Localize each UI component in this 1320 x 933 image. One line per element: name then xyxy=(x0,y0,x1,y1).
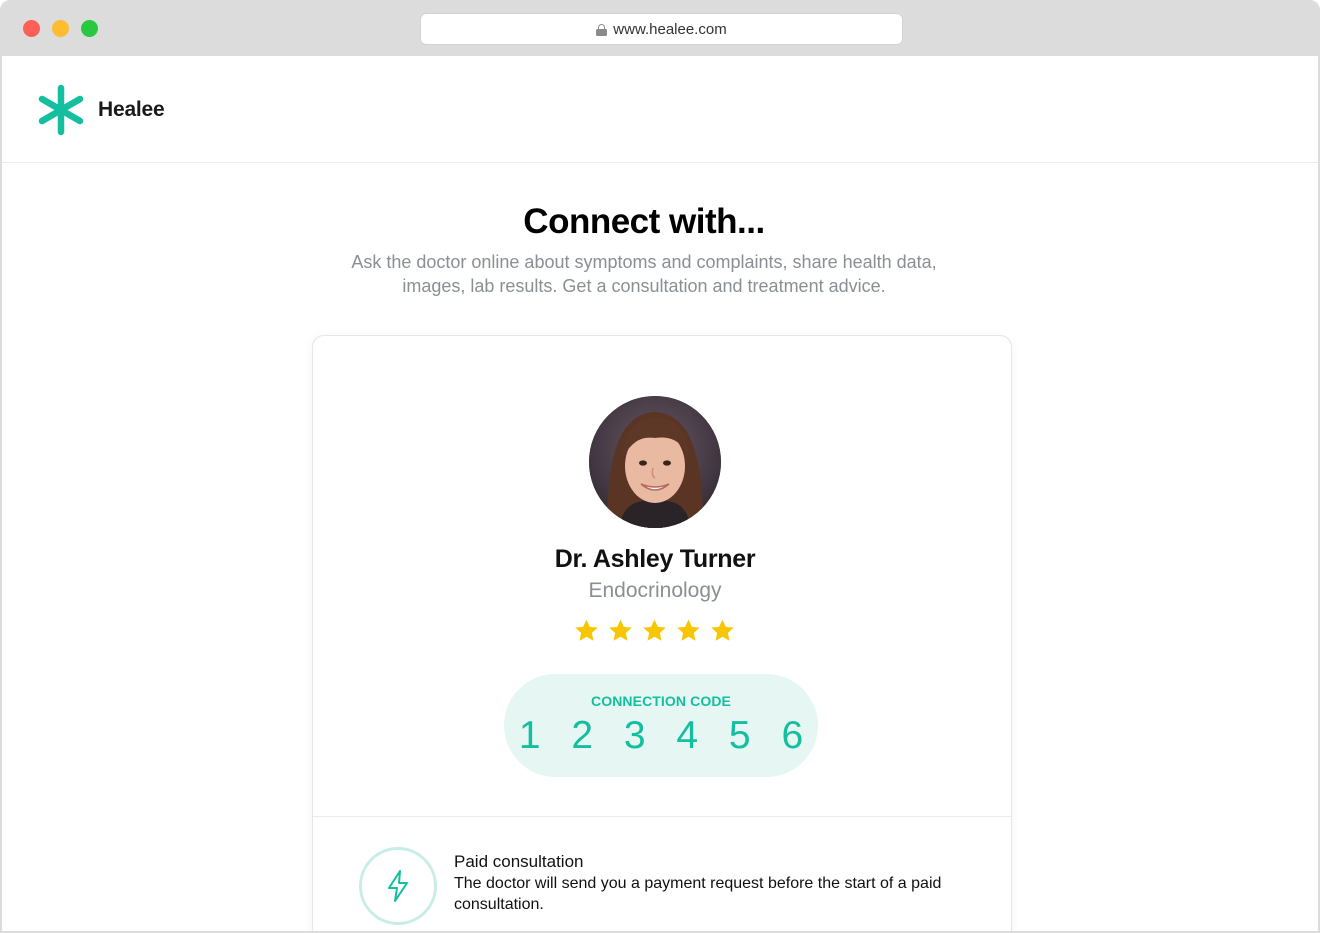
asterisk-logo-icon xyxy=(38,84,84,136)
brand-logo[interactable]: Healee xyxy=(36,84,165,136)
card-divider xyxy=(313,816,1011,817)
doctor-avatar xyxy=(589,396,721,528)
page-title: Connect with... xyxy=(523,202,765,241)
paid-consultation-title: Paid consultation xyxy=(454,852,584,871)
doctor-portrait-image xyxy=(589,396,721,528)
maximize-window-button[interactable] xyxy=(81,20,98,37)
star-icon xyxy=(677,619,700,641)
connection-code-value: 1 2 3 4 5 6 xyxy=(518,714,814,757)
star-icon xyxy=(711,619,734,641)
paid-consultation-description: The doctor will send you a payment reque… xyxy=(454,875,942,913)
minimize-window-button[interactable] xyxy=(52,20,69,37)
star-icon xyxy=(609,619,632,641)
url-text: www.healee.com xyxy=(613,20,727,38)
brand-name: Healee xyxy=(98,98,165,121)
doctor-name: Dr. Ashley Turner xyxy=(554,545,756,573)
close-window-button[interactable] xyxy=(23,20,40,37)
rating-stars xyxy=(573,618,736,644)
page-subtitle: Ask the doctor online about symptoms and… xyxy=(351,252,937,296)
browser-window: www.healee.com Healee Connect with... As… xyxy=(0,0,1320,933)
site-header: Healee xyxy=(2,56,1318,163)
lightning-icon xyxy=(388,870,408,902)
browser-titlebar: www.healee.com xyxy=(2,2,1318,56)
lock-icon xyxy=(596,23,608,36)
star-icon xyxy=(575,619,598,641)
doctor-specialty: Endocrinology xyxy=(588,579,722,602)
doctor-card: Dr. Ashley Turner Endocrinology CONNECTI… xyxy=(312,335,1012,931)
star-icon xyxy=(643,619,666,641)
connection-code-label: CONNECTION CODE xyxy=(591,693,731,709)
paid-consultation-icon-wrap xyxy=(359,847,437,925)
address-bar[interactable]: www.healee.com xyxy=(420,13,903,45)
connection-code-box: CONNECTION CODE 1 2 3 4 5 6 xyxy=(504,674,818,777)
